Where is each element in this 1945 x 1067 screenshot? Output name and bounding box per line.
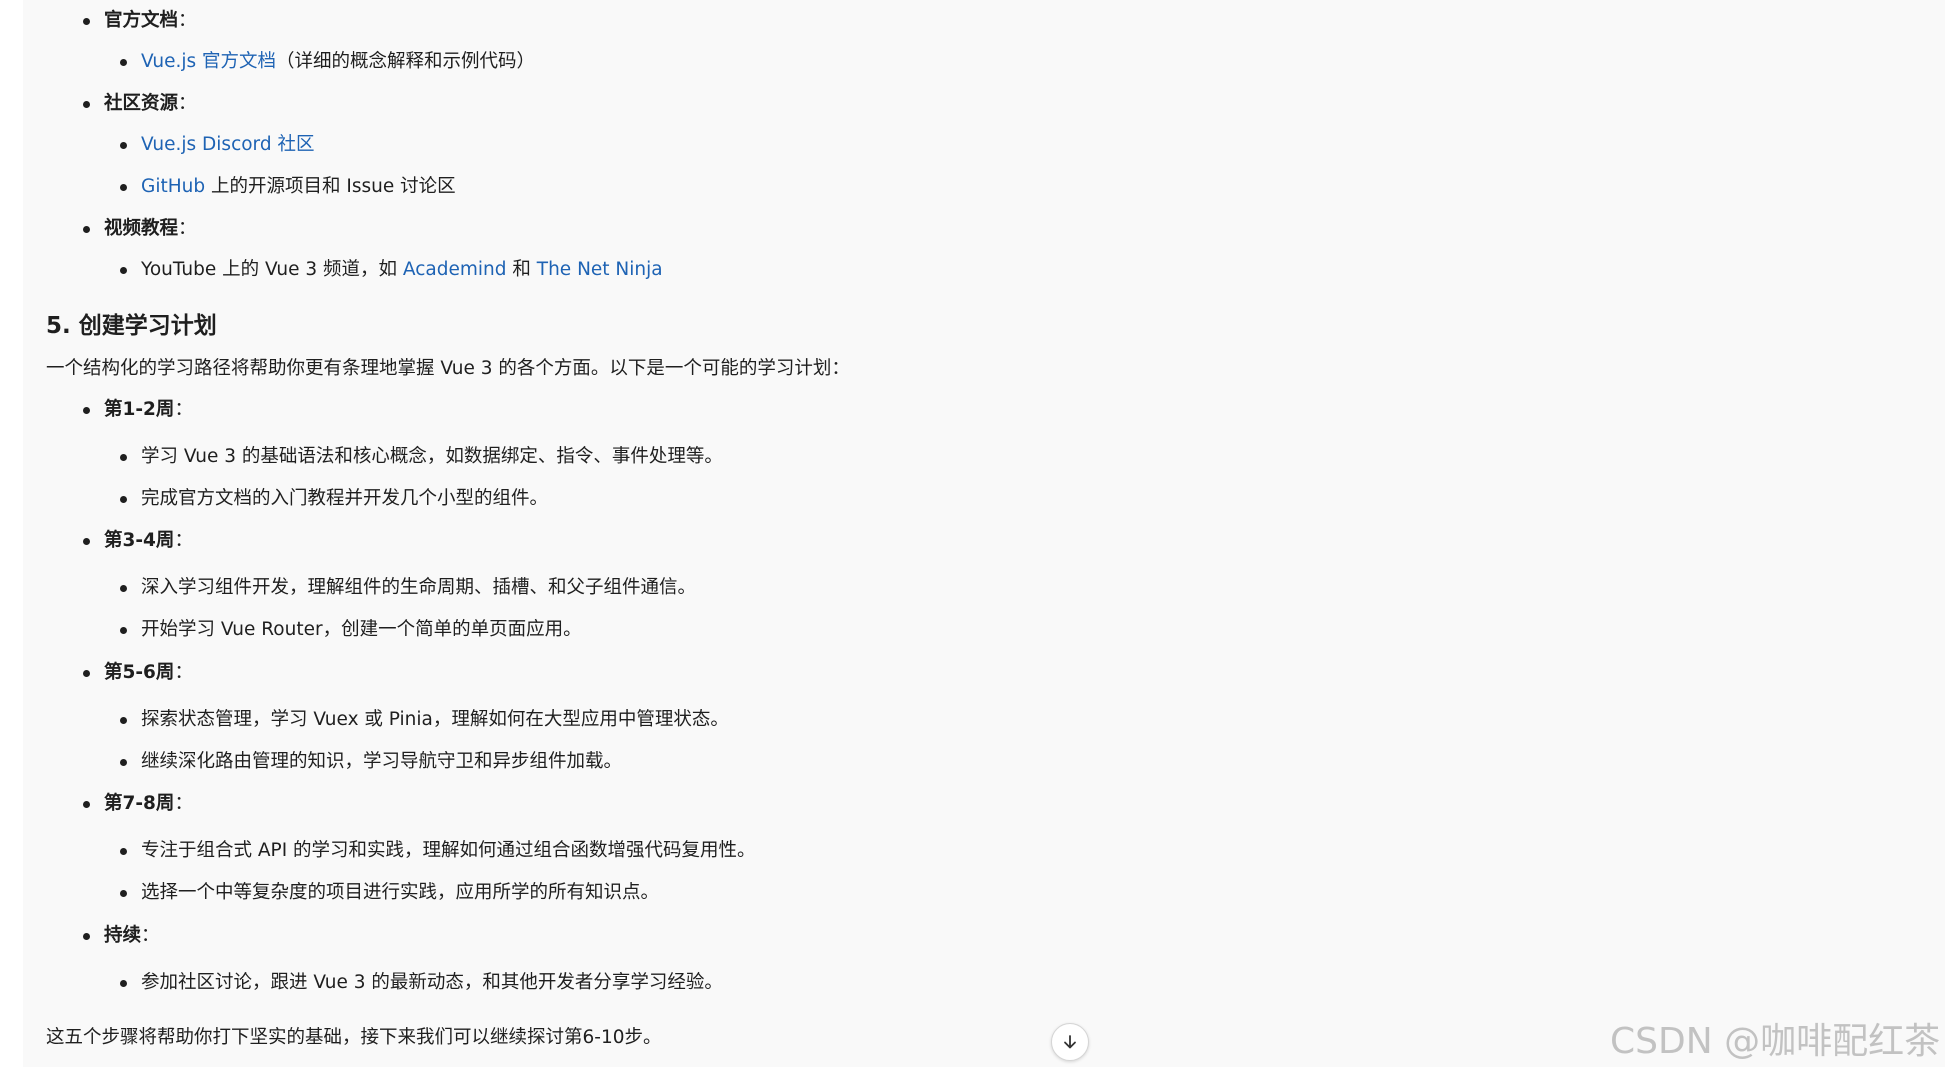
item-title: 视频教程 [104, 218, 179, 239]
scroll-to-bottom-button[interactable] [1051, 1023, 1089, 1061]
week-5-6: 第5-6周： [46, 660, 193, 686]
list-item-official-docs-link: Vue.js 官方文档（详细的概念解释和示例代码） [46, 49, 535, 75]
bullet [120, 759, 127, 766]
list-item: 开始学习 Vue Router，创建一个简单的单页面应用。 [46, 617, 582, 643]
bullet [120, 454, 127, 461]
list-item-discord: Vue.js Discord 社区 [46, 132, 314, 158]
bullet [120, 142, 127, 149]
list-item: 参加社区讨论，跟进 Vue 3 的最新动态，和其他开发者分享学习经验。 [46, 970, 723, 996]
item-title: 官方文档 [104, 10, 179, 31]
list-item: 选择一个中等复杂度的项目进行实践，应用所学的所有知识点。 [46, 880, 659, 906]
week-title: 第1-2周 [104, 399, 175, 420]
list-item: 探索状态管理，学习 Vuex 或 Pinia，理解如何在大型应用中管理状态。 [46, 707, 729, 733]
bullet [120, 890, 127, 897]
arrow-down-icon [1064, 1035, 1076, 1049]
section-intro: 一个结构化的学习路径将帮助你更有条理地掌握 Vue 3 的各个方面。以下是一个可… [46, 358, 850, 379]
bullet [83, 538, 90, 545]
colon: ： [178, 10, 197, 31]
discord-link[interactable]: Vue.js Discord 社区 [141, 134, 314, 155]
github-note: 上的开源项目和 Issue 讨论区 [205, 176, 456, 197]
docs-note: （详细的概念解释和示例代码） [276, 51, 536, 72]
netninja-link[interactable]: The Net Ninja [537, 259, 663, 280]
list-item-video: 视频教程： [46, 216, 197, 242]
item-text: 开始学习 Vue Router，创建一个简单的单页面应用。 [141, 619, 582, 640]
github-link[interactable]: GitHub [141, 176, 205, 197]
item-text: 继续深化路由管理的知识，学习导航守卫和异步组件加载。 [141, 751, 623, 772]
list-item-youtube: YouTube 上的 Vue 3 频道，如 Academind 和 The Ne… [46, 257, 663, 283]
youtube-text: YouTube 上的 Vue 3 频道，如 [141, 259, 403, 280]
bullet [83, 18, 90, 25]
bullet [120, 585, 127, 592]
week-title: 第5-6周 [104, 662, 175, 683]
colon: ： [174, 793, 193, 814]
bullet [83, 226, 90, 233]
bullet [120, 717, 127, 724]
ongoing: 持续： [46, 923, 160, 949]
bullet [83, 933, 90, 940]
list-item: 继续深化路由管理的知识，学习导航守卫和异步组件加载。 [46, 749, 622, 775]
week-title: 持续 [104, 925, 142, 946]
section-heading: 5. 创建学习计划 [46, 313, 217, 339]
bullet [83, 407, 90, 414]
bullet [120, 59, 127, 66]
week-7-8: 第7-8周： [46, 791, 193, 817]
list-item-community: 社区资源： [46, 91, 197, 117]
list-item-official-docs: 官方文档： [46, 8, 197, 34]
bullet [120, 980, 127, 987]
week-title: 第7-8周 [104, 793, 175, 814]
week-3-4: 第3-4周： [46, 528, 193, 554]
colon: ： [174, 530, 193, 551]
colon: ： [178, 218, 197, 239]
item-text: 专注于组合式 API 的学习和实践，理解如何通过组合函数增强代码复用性。 [141, 840, 756, 861]
list-item: 学习 Vue 3 的基础语法和核心概念，如数据绑定、指令、事件处理等。 [46, 444, 723, 470]
colon: ： [141, 925, 160, 946]
bullet [120, 496, 127, 503]
item-title: 社区资源 [104, 93, 179, 114]
item-text: 学习 Vue 3 的基础语法和核心概念，如数据绑定、指令、事件处理等。 [141, 446, 723, 467]
list-item-github: GitHub 上的开源项目和 Issue 讨论区 [46, 174, 456, 200]
colon: ： [174, 662, 193, 683]
week-1-2: 第1-2周： [46, 397, 193, 423]
item-text: 选择一个中等复杂度的项目进行实践，应用所学的所有知识点。 [141, 882, 660, 903]
chat-page: 官方文档： Vue.js 官方文档（详细的概念解释和示例代码） 社区资源： Vu… [23, 0, 1945, 1067]
bullet [120, 627, 127, 634]
colon: ： [174, 399, 193, 420]
conclusion-text: 这五个步骤将帮助你打下坚实的基础，接下来我们可以继续探讨第6-10步。 [46, 1027, 662, 1048]
bullet [83, 801, 90, 808]
item-text: 深入学习组件开发，理解组件的生命周期、插槽、和父子组件通信。 [141, 577, 697, 598]
bullet [120, 848, 127, 855]
bullet [120, 267, 127, 274]
and-text: 和 [506, 259, 537, 280]
list-item: 专注于组合式 API 的学习和实践，理解如何通过组合函数增强代码复用性。 [46, 838, 756, 864]
item-text: 完成官方文档的入门教程并开发几个小型的组件。 [141, 488, 549, 509]
academind-link[interactable]: Academind [403, 259, 507, 280]
bullet [83, 101, 90, 108]
vue-docs-link[interactable]: Vue.js 官方文档 [141, 51, 276, 72]
bullet [83, 670, 90, 677]
colon: ： [178, 93, 197, 114]
bullet [120, 184, 127, 191]
week-title: 第3-4周 [104, 530, 175, 551]
watermark: CSDN @咖啡配红茶 [1610, 1021, 1941, 1062]
item-text: 探索状态管理，学习 Vuex 或 Pinia，理解如何在大型应用中管理状态。 [141, 709, 729, 730]
item-text: 参加社区讨论，跟进 Vue 3 的最新动态，和其他开发者分享学习经验。 [141, 972, 723, 993]
list-item: 完成官方文档的入门教程并开发几个小型的组件。 [46, 486, 548, 512]
list-item: 深入学习组件开发，理解组件的生命周期、插槽、和父子组件通信。 [46, 575, 696, 601]
